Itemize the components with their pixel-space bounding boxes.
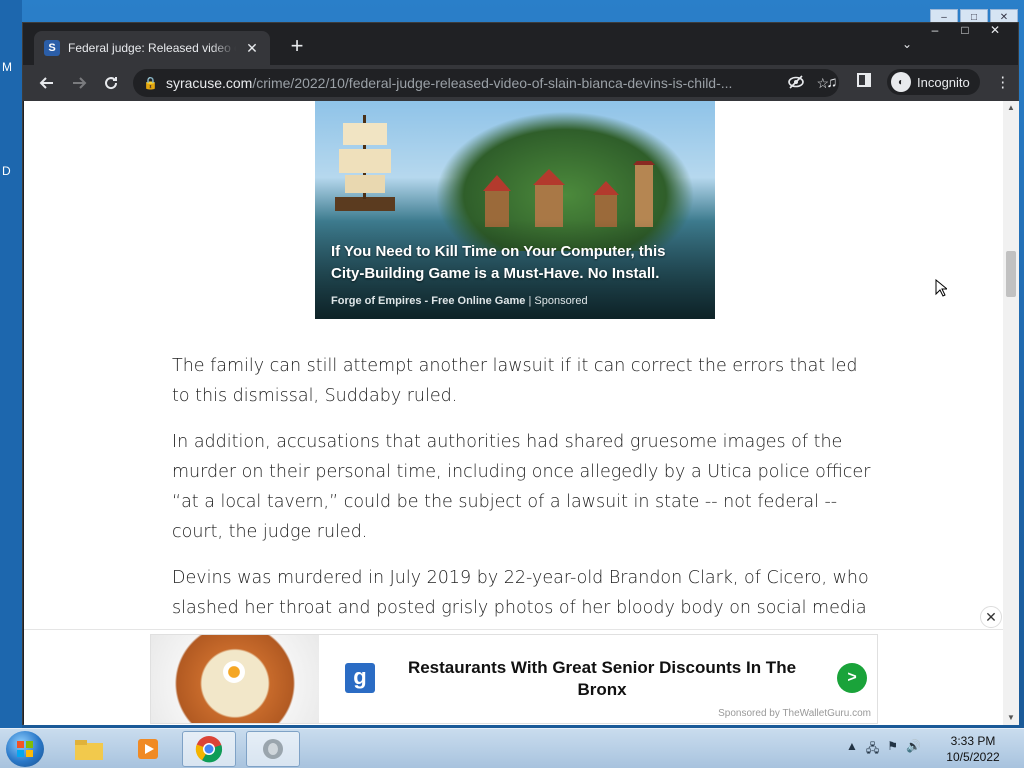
site-favicon-icon: S	[44, 40, 60, 56]
browser-window: S Federal judge: Released video of slain…	[22, 22, 1019, 725]
article-paragraph: Devins was murdered in July 2019 by 22-y…	[172, 568, 869, 618]
reload-button[interactable]	[95, 67, 127, 99]
incognito-profile-button[interactable]: ◐ Incognito	[887, 69, 980, 95]
media-player-icon	[138, 739, 158, 759]
chrome-icon	[195, 736, 223, 763]
ad-headline[interactable]: If You Need to Kill Time on Your Compute…	[331, 241, 701, 285]
taskbar-media-player[interactable]	[122, 731, 176, 767]
speaker-icon	[263, 739, 283, 759]
desktop-left-edge	[0, 0, 22, 728]
tab-search-chevron-icon[interactable]: ⌄	[902, 37, 912, 51]
clock-time: 3:33 PM	[950, 734, 996, 748]
arrow-right-icon	[73, 77, 87, 89]
volume-icon[interactable]: 🔊	[906, 739, 921, 760]
taskbar-clock[interactable]: 3:33 PM 10/5/2022	[934, 733, 1012, 765]
show-hidden-icons-icon[interactable]: ▲	[846, 739, 858, 760]
reload-icon	[105, 77, 118, 90]
article-body: The family can still attempt another law…	[172, 351, 872, 639]
taskbar-chrome[interactable]	[182, 731, 236, 767]
scrollbar-thumb[interactable]	[1006, 251, 1016, 297]
ad-advertiser[interactable]: Forge of Empires - Free Online Game	[331, 295, 525, 307]
page-scrollbar[interactable]: ▲ ▼	[1003, 101, 1019, 725]
tab-close-icon[interactable]: ✕	[244, 40, 260, 57]
incognito-label: Incognito	[917, 74, 970, 90]
media-queue-icon[interactable]: ♫	[823, 74, 841, 91]
incognito-icon: ◐	[891, 72, 911, 92]
flag-alert-icon[interactable]: ⚑	[887, 739, 898, 760]
kebab-menu-icon[interactable]: ⋮	[994, 73, 1012, 91]
arrow-left-icon	[39, 77, 53, 89]
scroll-down-arrow-icon[interactable]: ▼	[1003, 711, 1019, 725]
window-controls: – □ ✕	[920, 23, 1010, 39]
window-close-button[interactable]: ✕	[980, 23, 1010, 39]
article-paragraph: In addition, accusations that authoritie…	[172, 432, 871, 542]
scroll-up-arrow-icon[interactable]: ▲	[1003, 101, 1019, 115]
url-path: /crime/2022/10/federal-judge-released-vi…	[252, 75, 733, 91]
tab-strip: S Federal judge: Released video of slain…	[23, 23, 1018, 65]
system-tray: ▲ 🖧 ⚑ 🔊	[846, 739, 921, 760]
side-panel-icon[interactable]	[855, 73, 873, 91]
sponsor-line: Sponsored by TheWalletGuru.com	[718, 708, 871, 719]
browser-toolbar: 🔒 syracuse.com /crime/2022/10/federal-ju…	[23, 65, 1018, 101]
forward-button[interactable]	[63, 67, 95, 99]
ad-sponsored-label: Sponsored	[534, 295, 588, 307]
sticky-bottom-ad: ✕ g Restaurants With Great Senior Discou…	[24, 606, 1003, 725]
window-minimize-button[interactable]: –	[920, 23, 950, 39]
article-paragraph: The family can still attempt another law…	[172, 356, 858, 406]
new-tab-button[interactable]: +	[285, 35, 309, 59]
sponsored-ad-card[interactable]: If You Need to Kill Time on Your Compute…	[315, 101, 715, 319]
network-icon[interactable]: 🖧	[866, 739, 879, 760]
pizza-image	[151, 635, 319, 723]
desktop-icon-label: D	[2, 164, 11, 178]
lock-icon[interactable]: 🔒	[143, 76, 158, 90]
close-ad-button[interactable]: ✕	[980, 606, 1002, 628]
windows-logo-icon	[17, 741, 33, 757]
back-button[interactable]	[31, 67, 63, 99]
desktop-icon-label: M	[2, 60, 12, 74]
folder-icon	[75, 740, 103, 760]
eye-off-icon[interactable]	[788, 74, 805, 92]
page-viewport: If You Need to Kill Time on Your Compute…	[24, 101, 1003, 725]
go-arrow-button[interactable]: >	[837, 663, 867, 693]
taskbar-explorer[interactable]	[62, 731, 116, 767]
ad-source: Forge of Empires - Free Online Game | Sp…	[331, 295, 588, 307]
url-host: syracuse.com	[165, 75, 253, 91]
ship-illustration	[335, 115, 395, 211]
tab-active[interactable]: S Federal judge: Released video of slain…	[34, 31, 270, 65]
ad-separator: |	[528, 295, 532, 307]
advertiser-logo: g	[345, 663, 375, 693]
egg-topping	[223, 661, 245, 683]
windows-taskbar: ▲ 🖧 ⚑ 🔊 3:33 PM 10/5/2022	[0, 728, 1024, 768]
window-maximize-button[interactable]: □	[950, 23, 980, 39]
address-bar[interactable]: 🔒 syracuse.com /crime/2022/10/federal-ju…	[133, 69, 839, 97]
bottom-ad-card[interactable]: g Restaurants With Great Senior Discount…	[150, 634, 878, 724]
mouse-cursor-icon	[935, 279, 947, 297]
clock-date: 10/5/2022	[946, 750, 1000, 764]
start-button[interactable]	[6, 731, 44, 767]
tab-title: Federal judge: Released video of slain B…	[68, 41, 236, 55]
bottom-ad-headline[interactable]: Restaurants With Great Senior Discounts …	[387, 657, 817, 701]
toolbar-actions: ♫ ◐ Incognito ⋮	[823, 69, 1012, 95]
taskbar-speaker-app[interactable]	[246, 731, 300, 767]
